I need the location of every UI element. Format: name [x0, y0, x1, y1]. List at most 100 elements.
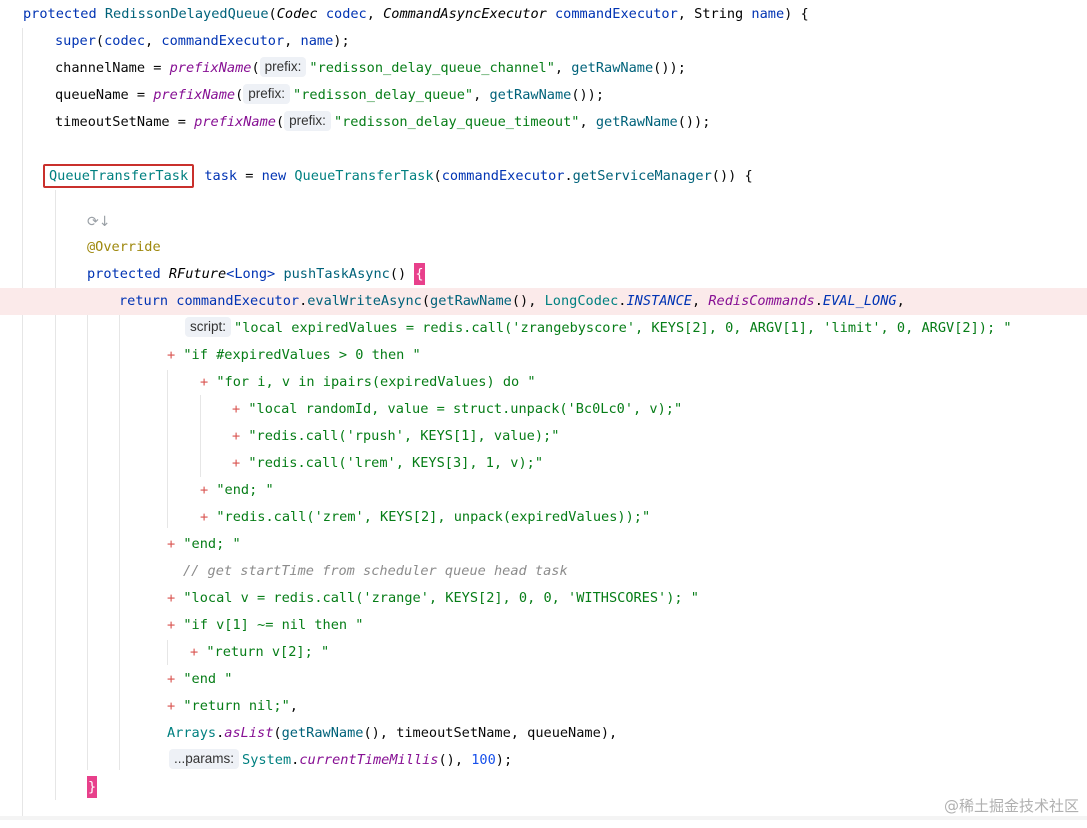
punct: ( — [421, 293, 431, 309]
punct: , — [366, 6, 384, 22]
concat-operator: + — [200, 509, 217, 525]
string-literal: "local randomId, value = struct.unpack('… — [248, 401, 683, 417]
code-line-3[interactable]: channelName = prefixName(prefix: "redisso… — [0, 55, 1087, 82]
string-literal: "end; " — [183, 536, 241, 552]
punct: (), — [438, 752, 472, 768]
param-ref: codec — [104, 33, 146, 49]
code-line-18[interactable]: + "end; " — [0, 531, 1087, 558]
code-line-27[interactable]: } — [0, 774, 1087, 801]
concat-operator: + — [167, 617, 184, 633]
code-line-20[interactable]: + "local v = redis.call('zrange', KEYS[2… — [0, 585, 1087, 612]
code-line-7[interactable]: @Override — [0, 234, 1087, 261]
string-literal: "redisson_delay_queue_channel" — [309, 60, 555, 76]
code-line-4[interactable]: queueName = prefixName(prefix: "redisson_… — [0, 82, 1087, 109]
type-name: String — [694, 6, 744, 22]
method-call: getServiceManager — [572, 168, 712, 184]
punct: ); — [495, 752, 513, 768]
punct: ( — [95, 33, 105, 49]
code-line-22[interactable]: + "return v[2]; " — [0, 639, 1087, 666]
code-line-10[interactable]: script: "local expiredValues = redis.call… — [0, 315, 1087, 342]
code-line-19[interactable]: // get startTime from scheduler queue he… — [0, 558, 1087, 585]
concat-operator: + — [167, 698, 184, 714]
type-name: Codec — [276, 6, 318, 22]
method-call: asList — [224, 725, 274, 741]
bottom-edge — [0, 816, 1087, 820]
punct: , — [691, 293, 709, 309]
string-literal: "redisson_delay_queue_timeout" — [333, 114, 580, 130]
punct: , — [554, 60, 572, 76]
code-line-8[interactable]: protected RFuture<Long> pushTaskAsync() … — [0, 261, 1087, 288]
code-line-12[interactable]: + "for i, v in ipairs(expiredValues) do … — [0, 369, 1087, 396]
method-call: getRawName — [571, 60, 654, 76]
code-line-24[interactable]: + "return nil;", — [0, 693, 1087, 720]
punct: ( — [273, 725, 282, 741]
param-hint: prefix: — [243, 84, 291, 104]
code-line-5[interactable]: timeoutSetName = prefixName(prefix: "redi… — [0, 109, 1087, 136]
punct: (), — [363, 725, 397, 741]
punct: ()); — [653, 60, 686, 76]
matched-brace: } — [87, 776, 98, 798]
code-line-25[interactable]: Arrays.asList(getRawName(), timeoutSetNa… — [0, 720, 1087, 747]
generic-type: <Long> — [226, 266, 276, 282]
operator: = — [145, 60, 170, 76]
keyword: return — [119, 293, 177, 309]
method-name: pushTaskAsync — [283, 266, 390, 282]
punct: ); — [333, 33, 350, 49]
punct: ( — [433, 168, 442, 184]
method-call: currentTimeMillis — [299, 752, 439, 768]
operator: = — [128, 87, 154, 103]
code-line-16[interactable]: + "end; " — [0, 477, 1087, 504]
param-hint: prefix: — [259, 57, 307, 77]
punct: , — [677, 6, 695, 22]
code-line-1[interactable]: protected RedissonDelayedQueue(Codec cod… — [0, 1, 1087, 28]
field-name: channelName — [55, 60, 146, 76]
code-line-26[interactable]: ...params: System.currentTimeMillis(), 10… — [0, 747, 1087, 774]
concat-operator: + — [200, 374, 217, 390]
concat-operator: + — [200, 482, 217, 498]
punct: ()); — [677, 114, 711, 130]
code-line-9-current[interactable]: return commandExecutor. evalWriteAsync(ge… — [0, 288, 1087, 315]
code-line-2[interactable]: super(codec, commandExecutor, name); — [0, 28, 1087, 55]
highlighted-class-name[interactable]: QueueTransferTask — [43, 164, 195, 188]
concat-operator: + — [232, 428, 249, 444]
code-line-13[interactable]: + "local randomId, value = struct.unpack… — [0, 396, 1087, 423]
type-name: RFuture — [168, 266, 227, 282]
param-name: name — [743, 6, 785, 22]
punct: , — [579, 114, 596, 130]
code-line-17[interactable]: + "redis.call('zrem', KEYS[2], unpack(ex… — [0, 504, 1087, 531]
code-line-15[interactable]: + "redis.call('lrem', KEYS[3], 1, v);" — [0, 450, 1087, 477]
method-call: prefixName — [153, 87, 236, 103]
punct: . — [564, 168, 573, 184]
punct: (), — [511, 293, 545, 309]
string-literal: "redisson_delay_queue" — [293, 87, 474, 103]
punct: . — [814, 293, 823, 309]
constructor-name: RedissonDelayedQueue — [104, 6, 269, 22]
method-call: prefixName — [194, 114, 276, 130]
concat-operator: + — [232, 455, 249, 471]
operator: = — [237, 168, 262, 184]
operator: = — [169, 114, 195, 130]
punct: ( — [251, 60, 260, 76]
code-line-23[interactable]: + "end " — [0, 666, 1087, 693]
class-name: RedisCommands — [708, 293, 815, 309]
run-override-icon[interactable]: ⟳↓ — [87, 214, 110, 230]
string-literal: "return v[2]; " — [206, 644, 330, 660]
param-ref: commandExecutor — [161, 33, 285, 49]
class-name: Arrays — [167, 725, 217, 741]
code-line-11[interactable]: + "if #expiredValues > 0 then " — [0, 342, 1087, 369]
code-line-21[interactable]: + "if v[1] ~= nil then " — [0, 612, 1087, 639]
punct: , — [896, 293, 905, 309]
punct: , — [284, 33, 301, 49]
code-line-14[interactable]: + "redis.call('rpush', KEYS[1], value);" — [0, 423, 1087, 450]
string-literal: "local expiredValues = redis.call('zrang… — [234, 320, 1012, 336]
field-ref: timeoutSetName — [396, 725, 511, 741]
punct: , — [145, 33, 162, 49]
code-line-6[interactable]: QueueTransferTask task = new QueueTransf… — [0, 163, 1087, 190]
keyword: new — [261, 168, 295, 184]
string-literal: "redis.call('zrem', KEYS[2], unpack(expi… — [216, 509, 651, 525]
punct: () — [389, 266, 415, 282]
param-hint: prefix: — [284, 111, 331, 131]
field-ref: queueName — [527, 725, 601, 741]
param-hint: ...params: — [169, 749, 240, 769]
keyword: protected — [87, 266, 169, 282]
